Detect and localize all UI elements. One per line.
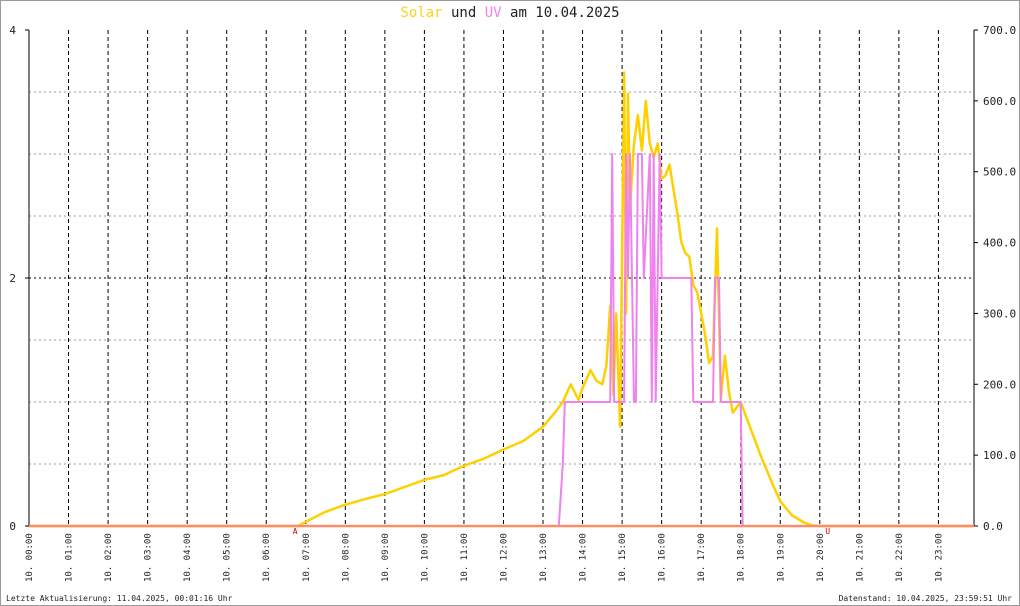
left-tick-label: 2 — [9, 272, 16, 285]
right-tick-label: 400.0 — [983, 237, 1016, 250]
right-tick-label: 600.0 — [983, 95, 1016, 108]
x-tick-label: 10. 23:00 — [934, 533, 944, 582]
x-tick-label: 10. 07:00 — [302, 533, 312, 582]
right-tick-label: 500.0 — [983, 166, 1016, 179]
right-tick-label: 700.0 — [983, 24, 1016, 37]
x-tick-label: 10. 00:00 — [25, 533, 35, 582]
right-tick-label: 0.0 — [983, 520, 1003, 533]
solar-line — [29, 71, 974, 528]
last-update-text: Letzte Aktualisierung: 11.04.2025, 00:01… — [6, 594, 233, 603]
x-tick-label: 10. 04:00 — [183, 533, 193, 582]
right-tick-label: 200.0 — [983, 378, 1016, 391]
x-tick-label: 10. 10:00 — [420, 533, 430, 582]
left-tick-label: 0 — [9, 520, 16, 533]
x-tick-label: 10. 17:00 — [697, 533, 707, 582]
solar-uv-chart: 10. 00:00 10. 01:00 10. 02:00 10. 03:00 10. … — [9, 24, 1016, 582]
x-tick-label: 10. 11:00 — [460, 533, 470, 582]
x-tick-label: 10. 01:00 — [65, 533, 75, 582]
left-tick-label: 4 — [9, 24, 16, 37]
x-tick-label: 10. 08:00 — [341, 533, 351, 582]
sunrise-marker: A — [293, 527, 298, 536]
data-status-text: Datenstand: 10.04.2025, 23:59:51 Uhr — [838, 594, 1012, 603]
sunset-marker: U — [825, 527, 830, 536]
x-tick-label: 10. 20:00 — [816, 533, 826, 582]
x-tick-label: 10. 02:00 — [104, 533, 114, 582]
x-tick-label: 10. 12:00 — [499, 533, 509, 582]
x-tick-label: 10. 15:00 — [618, 533, 628, 582]
x-tick-label: 10. 18:00 — [737, 533, 747, 582]
x-tick-label: 10. 14:00 — [579, 533, 589, 582]
x-tick-label: 10. 03:00 — [144, 533, 154, 582]
x-tick-label: 10. 21:00 — [855, 533, 865, 582]
right-tick-label: 300.0 — [983, 307, 1016, 320]
x-tick-label: 10. 06:00 — [262, 533, 272, 582]
right-tick-label: 100.0 — [983, 449, 1016, 462]
x-tick-label: 10. 16:00 — [658, 533, 668, 582]
x-tick-label: 10. 13:00 — [539, 533, 549, 582]
x-tick-label: 10. 19:00 — [776, 533, 786, 582]
x-tick-label: 10. 05:00 — [223, 533, 233, 582]
x-tick-label: 10. 22:00 — [895, 533, 905, 582]
x-tick-label: 10. 09:00 — [381, 533, 391, 582]
